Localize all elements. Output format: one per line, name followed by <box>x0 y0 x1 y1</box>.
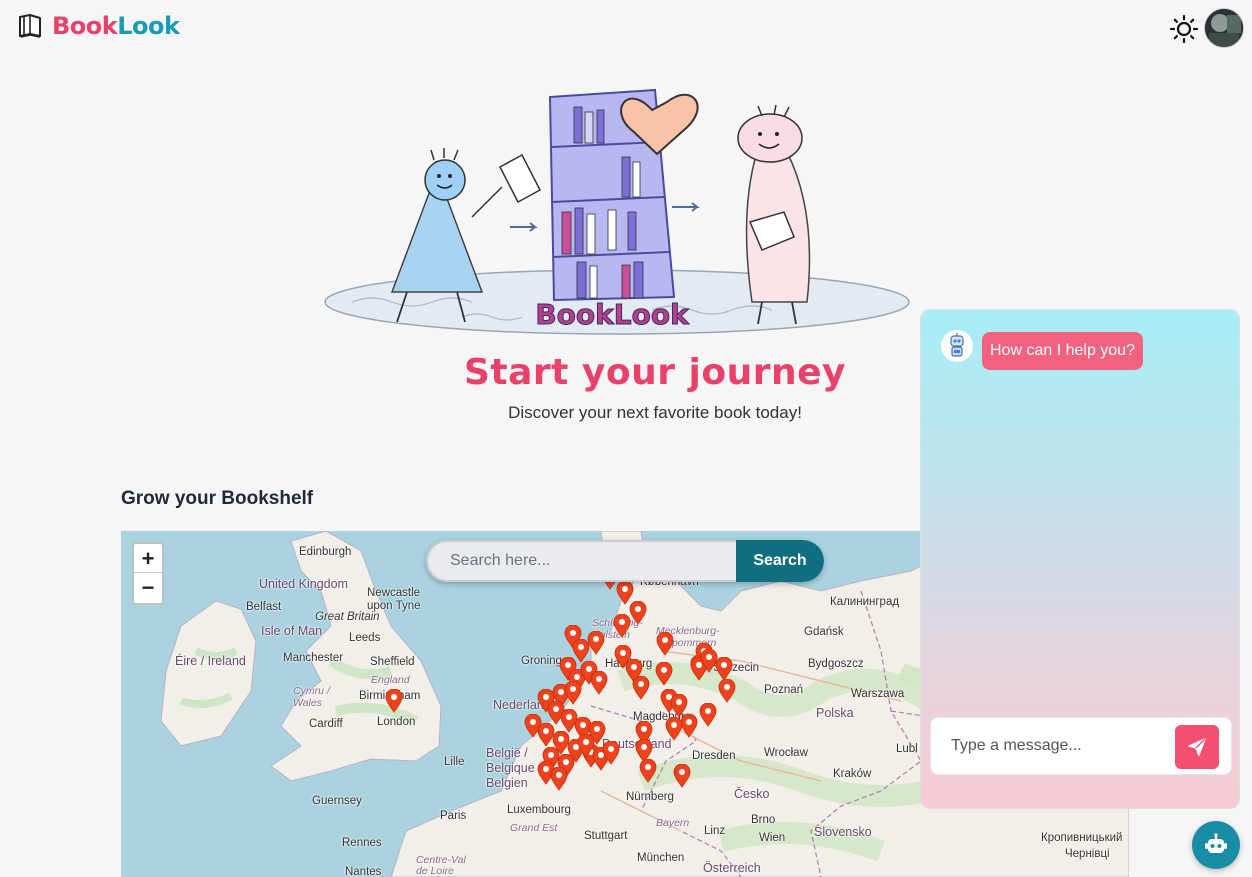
map-marker-pin[interactable] <box>632 676 650 700</box>
brand-name-part2: Look <box>117 12 180 40</box>
map-label-lille: Lille <box>444 756 465 768</box>
map-label-nurnberg: Nürnberg <box>626 791 674 803</box>
sun-icon[interactable] <box>1169 14 1199 44</box>
brand-name: BookLook <box>52 12 180 40</box>
map-marker-pin[interactable] <box>699 703 717 727</box>
map-marker-pin[interactable] <box>577 734 595 758</box>
map-label-leeds: Leeds <box>349 632 381 644</box>
hero-illustration-label: BookLook <box>535 298 690 331</box>
chat-input-area <box>930 717 1232 775</box>
map-marker-pin[interactable] <box>665 717 683 741</box>
map-label-gdansk: Gdańsk <box>804 626 844 638</box>
map-label-guernsey: Guernsey <box>312 795 362 807</box>
map-label-centre: Centre-Val de Loire <box>416 854 466 877</box>
map-marker-pin[interactable] <box>639 759 657 783</box>
map-label-newcastle: Newcastle upon Tyne <box>367 587 421 612</box>
map-marker-pin[interactable] <box>655 662 673 686</box>
map-label-cesko: Česko <box>734 787 770 801</box>
map-label-grand-est: Grand Est <box>510 822 558 834</box>
map-label-wien: Wien <box>759 832 786 844</box>
zoom-control: + − <box>132 542 164 605</box>
map-label-eire: Éire / Ireland <box>175 654 246 668</box>
map-label-bydgoszcz: Bydgoszcz <box>808 658 864 670</box>
map-label-uk: United Kingdom <box>259 577 348 591</box>
map-label-bayern: Bayern <box>656 817 690 829</box>
chat-message-input[interactable] <box>931 718 1171 774</box>
hero-illustration: BookLook <box>324 88 910 335</box>
map-label-isle-of-man: Isle of Man <box>261 624 323 638</box>
map-marker-pin[interactable] <box>587 631 605 655</box>
avatar-image <box>1205 9 1243 47</box>
map-label-krakow: Kraków <box>833 768 872 780</box>
map-label-belfast: Belfast <box>246 601 282 613</box>
map-marker-pin[interactable] <box>590 671 608 695</box>
send-button[interactable] <box>1175 725 1219 769</box>
section-title: Grow your Bookshelf <box>121 488 314 509</box>
map-marker-pin[interactable] <box>564 681 582 705</box>
map-label-slovensko: Slovensko <box>814 825 872 839</box>
map-label-sheffield: Sheffield <box>370 656 415 668</box>
map-search-bar: Search <box>426 540 824 582</box>
map-marker-pin[interactable] <box>700 649 718 673</box>
map-label-polska: Polska <box>816 706 854 720</box>
top-header: BookLook <box>0 0 1252 56</box>
map-label-london: London <box>377 716 416 728</box>
map-label-cymru: Cymru / Wales <box>293 685 330 709</box>
send-icon <box>1188 738 1206 756</box>
map-label-lublin: Lubl <box>896 743 918 755</box>
map-label-paris: Paris <box>440 810 467 822</box>
map-marker-pin[interactable] <box>613 614 631 638</box>
map-label-manchester: Manchester <box>283 652 344 664</box>
map-label-munchen: München <box>637 852 685 864</box>
map-search-button[interactable]: Search <box>736 540 824 582</box>
map-label-warszawa: Warszawa <box>851 688 905 700</box>
brand-logo[interactable]: BookLook <box>16 12 180 40</box>
map-label-great-britain: Great Britain <box>315 611 380 623</box>
map-marker-pin[interactable] <box>673 764 691 788</box>
map-label-dresden: Dresden <box>692 750 736 762</box>
map-label-linz: Linz <box>704 825 726 837</box>
map-label-nantes: Nantes <box>345 866 382 877</box>
map-label-edinburgh: Edinburgh <box>299 546 352 558</box>
map-label-rennes: Rennes <box>342 837 382 849</box>
map-label-england: England <box>371 674 410 686</box>
chatbot-toggle-button[interactable] <box>1192 821 1240 869</box>
map-label-kaliningrad: Калининград <box>830 596 900 608</box>
map-marker-pin[interactable] <box>629 601 647 625</box>
brand-name-part1: Book <box>52 12 118 40</box>
map-label-luxembourg: Luxembourg <box>507 804 571 816</box>
chat-divider <box>921 708 1239 709</box>
robot-icon <box>941 330 973 362</box>
chat-panel: How can I help you? <box>920 309 1240 809</box>
map-search-input[interactable] <box>426 540 736 582</box>
user-avatar[interactable] <box>1204 8 1244 48</box>
map-marker-pin[interactable] <box>550 767 568 791</box>
zoom-in-button[interactable]: + <box>134 544 162 573</box>
map-label-poznan: Poznań <box>764 684 804 696</box>
map-label-kropyvnytskyi: Кропивницький <box>1041 832 1123 844</box>
map-label-cardiff: Cardiff <box>309 718 343 730</box>
map-marker-pin[interactable] <box>385 689 403 713</box>
map-label-stuttgart: Stuttgart <box>584 830 628 842</box>
map-label-wroclaw: Wrocław <box>764 747 808 759</box>
zoom-out-button[interactable]: − <box>134 573 162 602</box>
bot-message: How can I help you? <box>982 332 1143 370</box>
map-marker-pin[interactable] <box>602 741 620 765</box>
robot-icon <box>1205 833 1227 853</box>
map-marker-pin[interactable] <box>718 679 736 703</box>
book-icon <box>19 14 41 38</box>
map-label-chernivtsi: Чернівці <box>1065 848 1110 860</box>
map-marker-pin[interactable] <box>656 632 674 656</box>
map-label-brno: Brno <box>751 814 776 826</box>
map-label-osterreich: Österreich <box>703 861 761 875</box>
